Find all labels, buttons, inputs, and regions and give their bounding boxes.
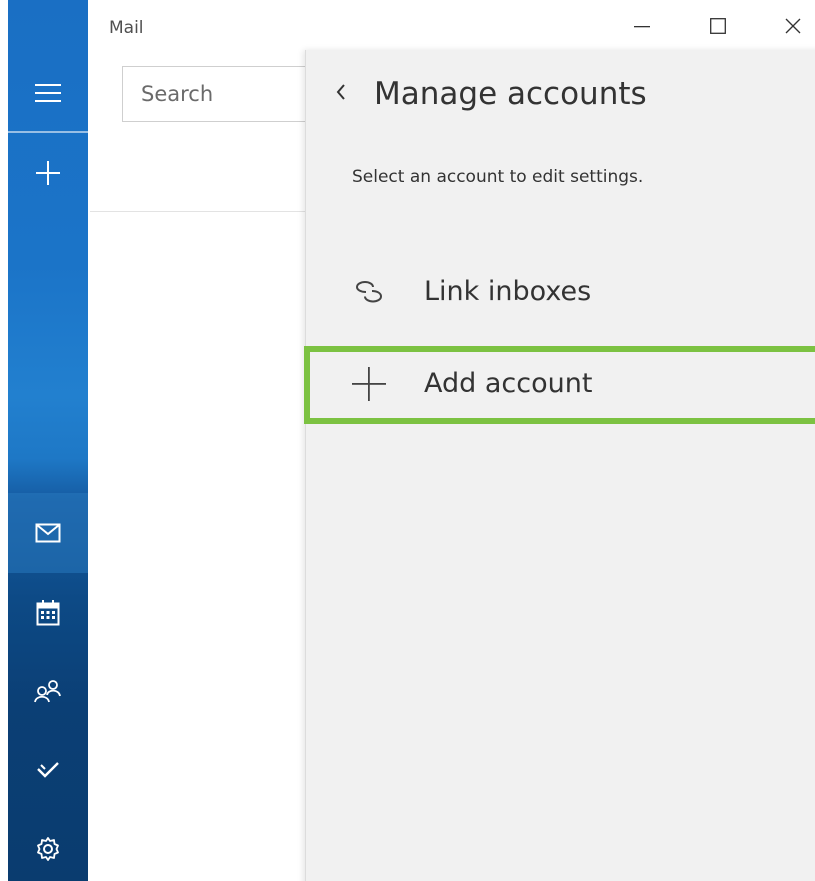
new-mail-button[interactable] bbox=[8, 142, 88, 204]
nav-rail bbox=[8, 0, 88, 881]
mail-app-window: Mail Manage accounts Select bbox=[0, 0, 815, 881]
people-button[interactable] bbox=[8, 658, 88, 724]
settings-button[interactable] bbox=[8, 816, 88, 881]
mail-button[interactable] bbox=[8, 500, 88, 566]
link-inboxes-item[interactable]: Link inboxes bbox=[306, 254, 815, 332]
search-input[interactable] bbox=[122, 66, 322, 122]
close-icon bbox=[785, 18, 801, 38]
todo-button[interactable] bbox=[8, 736, 88, 802]
add-account-item[interactable]: Add account bbox=[304, 346, 815, 424]
mail-icon bbox=[35, 523, 61, 543]
window-title: Mail bbox=[109, 18, 144, 38]
plus-icon bbox=[352, 366, 386, 402]
manage-accounts-panel: Manage accounts Select an account to edi… bbox=[304, 50, 815, 881]
panel-title: Manage accounts bbox=[374, 76, 647, 112]
menu-icon bbox=[35, 83, 61, 103]
chevron-left-icon bbox=[335, 83, 347, 105]
back-button[interactable] bbox=[326, 76, 356, 112]
calendar-icon bbox=[36, 600, 60, 626]
hamburger-menu-button[interactable] bbox=[8, 62, 88, 124]
panel-description: Select an account to edit settings. bbox=[352, 167, 644, 187]
minimize-button[interactable] bbox=[622, 10, 662, 46]
message-list-divider bbox=[90, 211, 310, 212]
gear-icon bbox=[35, 836, 61, 862]
maximize-icon bbox=[710, 18, 726, 38]
calendar-button[interactable] bbox=[8, 580, 88, 646]
people-icon bbox=[34, 679, 62, 703]
link-icon bbox=[352, 274, 386, 310]
minimize-icon bbox=[634, 18, 650, 38]
close-button[interactable] bbox=[773, 10, 813, 46]
maximize-button[interactable] bbox=[698, 10, 738, 46]
add-account-label: Add account bbox=[424, 368, 593, 399]
checkmark-icon bbox=[35, 759, 61, 779]
link-inboxes-label: Link inboxes bbox=[424, 276, 592, 307]
plus-icon bbox=[35, 160, 61, 186]
rail-divider bbox=[8, 131, 88, 133]
